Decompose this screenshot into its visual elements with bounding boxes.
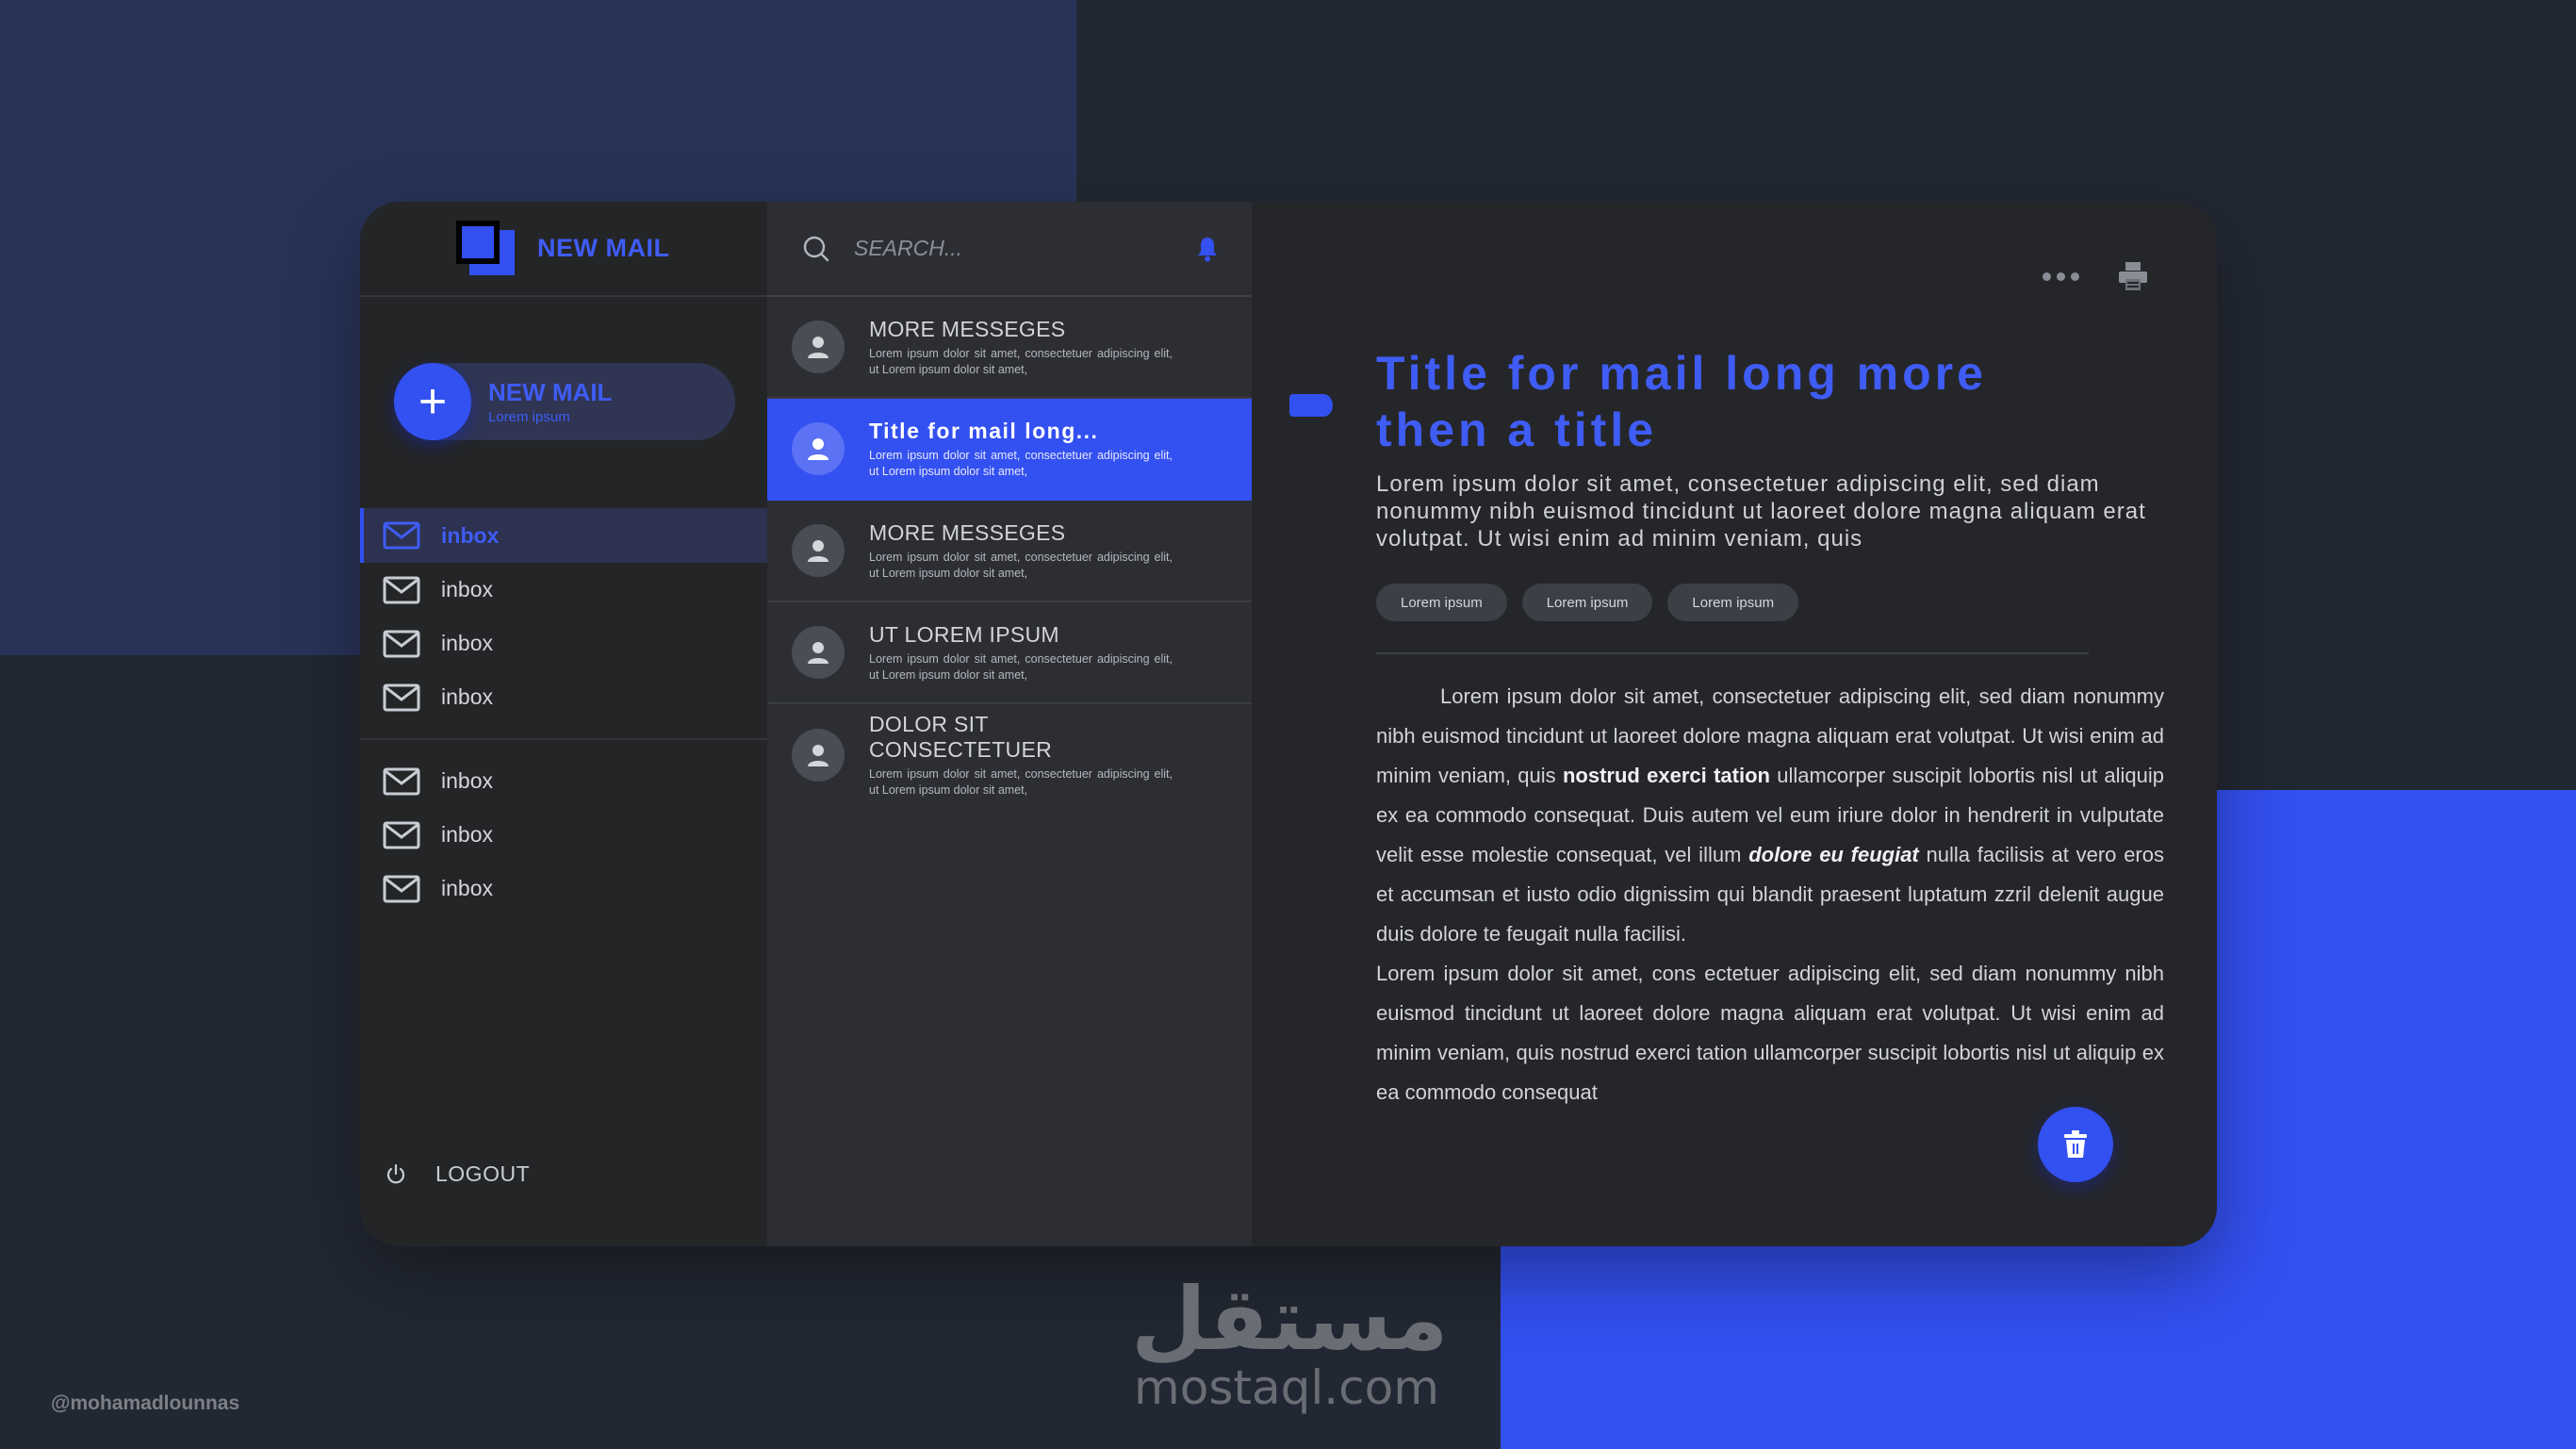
user-icon bbox=[808, 540, 829, 562]
mail-body: Lorem ipsum dolor sit amet, consectetuer… bbox=[1376, 677, 2164, 1112]
sidebar-header: NEW MAIL bbox=[360, 202, 767, 297]
mail-subject: Title for mail long... bbox=[869, 418, 1099, 443]
tag-chip[interactable]: Lorem ipsum bbox=[1521, 584, 1653, 621]
mail-list-item[interactable]: MORE MESSEGES Lorem ipsum dolor sit amet… bbox=[767, 501, 1252, 602]
mail-list-item-selected[interactable]: Title for mail long... Lorem ipsum dolor… bbox=[767, 399, 1252, 501]
envelope-icon bbox=[383, 521, 420, 550]
mail-subject: MORE MESSEGES bbox=[869, 519, 1066, 545]
envelope-icon bbox=[383, 875, 420, 902]
printer-icon[interactable] bbox=[2117, 260, 2149, 292]
tag-chip[interactable]: Lorem ipsum bbox=[1376, 584, 1507, 621]
mail-app-window: NEW MAIL + NEW MAIL Lorem ipsum inbox in… bbox=[360, 202, 2217, 1246]
search-icon[interactable] bbox=[801, 234, 831, 264]
brand-title: NEW MAIL bbox=[537, 234, 670, 262]
mail-summary: Lorem ipsum dolor sit amet, consectetuer… bbox=[1376, 471, 2146, 552]
mail-subject: UT LOREM IPSUM bbox=[869, 621, 1059, 647]
sidebar-item-label: inbox bbox=[441, 631, 493, 655]
mail-preview: Lorem ipsum dolor sit amet, consectetuer… bbox=[869, 651, 1173, 682]
sidebar-item-label: inbox bbox=[441, 768, 493, 793]
mail-title: Title for mail long more then a title bbox=[1376, 347, 1987, 456]
mail-list-panel: MORE MESSEGES Lorem ipsum dolor sit amet… bbox=[767, 202, 1252, 1246]
avatar bbox=[792, 729, 845, 782]
mail-preview: Lorem ipsum dolor sit amet, consectetuer… bbox=[869, 550, 1173, 580]
mail-preview: Lorem ipsum dolor sit amet, consectetuer… bbox=[869, 448, 1173, 478]
sidebar-item-inbox[interactable]: inbox bbox=[360, 808, 767, 862]
new-mail-label: NEW MAIL bbox=[488, 378, 613, 406]
sidebar-item-label: inbox bbox=[441, 522, 500, 548]
watermark-latin: mostaql.com bbox=[1134, 1360, 1439, 1415]
user-icon bbox=[808, 337, 829, 358]
envelope-icon bbox=[383, 683, 420, 711]
envelope-icon bbox=[383, 576, 420, 603]
search-input[interactable] bbox=[854, 236, 1197, 261]
reading-pane: Title for mail long more then a title Lo… bbox=[1252, 202, 2217, 1246]
delete-button[interactable] bbox=[2038, 1107, 2113, 1182]
mail-preview: Lorem ipsum dolor sit amet, consectetuer… bbox=[869, 346, 1173, 376]
user-icon bbox=[808, 438, 829, 460]
sidebar-item-label: inbox bbox=[441, 822, 493, 847]
mail-subject: MORE MESSEGES bbox=[869, 316, 1066, 341]
watermark-arabic: مستقل bbox=[1131, 1269, 1449, 1370]
sidebar-item-inbox[interactable]: inbox bbox=[360, 862, 767, 915]
tag-list: Lorem ipsum Lorem ipsum Lorem ipsum bbox=[1376, 584, 1799, 621]
app-logo bbox=[456, 220, 517, 277]
author-credit: @mohamadlounnas bbox=[51, 1392, 240, 1414]
bell-icon[interactable] bbox=[1197, 236, 1218, 262]
logout-label: LOGOUT bbox=[435, 1161, 531, 1186]
sidebar-item-inbox[interactable]: inbox bbox=[360, 754, 767, 808]
new-mail-button[interactable]: + NEW MAIL Lorem ipsum bbox=[394, 363, 735, 440]
more-options-icon[interactable] bbox=[2043, 272, 2079, 281]
user-icon bbox=[808, 745, 829, 766]
avatar bbox=[792, 422, 845, 475]
mail-body-paragraph: Lorem ipsum dolor sit amet, consectetuer… bbox=[1376, 684, 2165, 946]
envelope-icon bbox=[383, 767, 420, 795]
sidebar-item-label: inbox bbox=[441, 684, 493, 709]
nav-divider bbox=[360, 738, 767, 740]
envelope-icon bbox=[383, 630, 420, 657]
mail-preview: Lorem ipsum dolor sit amet, consectetuer… bbox=[869, 767, 1173, 797]
new-mail-sublabel: Lorem ipsum bbox=[488, 409, 570, 425]
plus-icon: + bbox=[394, 363, 471, 440]
avatar bbox=[792, 524, 845, 577]
flag-icon[interactable] bbox=[1289, 394, 1333, 417]
logout-button[interactable]: LOGOUT bbox=[385, 1161, 530, 1187]
nav-group-primary: inbox inbox inbox inbox bbox=[360, 508, 767, 724]
sidebar: NEW MAIL + NEW MAIL Lorem ipsum inbox in… bbox=[360, 202, 767, 1246]
power-icon bbox=[386, 1163, 405, 1183]
avatar bbox=[792, 321, 845, 373]
sidebar-item-inbox[interactable]: inbox bbox=[360, 617, 767, 670]
mail-body-paragraph: Lorem ipsum dolor sit amet, cons ectetue… bbox=[1376, 962, 2164, 1104]
mail-list-item[interactable]: DOLOR SIT CONSECTETUER Lorem ipsum dolor… bbox=[767, 704, 1252, 806]
sidebar-item-inbox[interactable]: inbox bbox=[360, 670, 767, 724]
trash-icon bbox=[2064, 1130, 2087, 1158]
user-icon bbox=[808, 642, 829, 664]
reader-divider bbox=[1376, 652, 2089, 654]
tag-chip[interactable]: Lorem ipsum bbox=[1667, 584, 1799, 621]
avatar bbox=[792, 626, 845, 679]
mail-subject: DOLOR SIT CONSECTETUER bbox=[869, 712, 1053, 762]
watermark: مستقل mostaql.com bbox=[1131, 1269, 1449, 1415]
reader-toolbar bbox=[2043, 260, 2149, 292]
mail-list-item[interactable]: UT LOREM IPSUM Lorem ipsum dolor sit ame… bbox=[767, 602, 1252, 704]
nav-group-secondary: inbox inbox inbox bbox=[360, 754, 767, 915]
sidebar-item-inbox[interactable]: inbox bbox=[360, 563, 767, 617]
envelope-icon bbox=[383, 821, 420, 848]
sidebar-item-label: inbox bbox=[441, 577, 493, 601]
mail-list-item[interactable]: MORE MESSEGES Lorem ipsum dolor sit amet… bbox=[767, 297, 1252, 399]
sidebar-item-label: inbox bbox=[441, 876, 493, 900]
search-bar bbox=[767, 202, 1252, 297]
sidebar-item-inbox[interactable]: inbox bbox=[360, 508, 767, 563]
